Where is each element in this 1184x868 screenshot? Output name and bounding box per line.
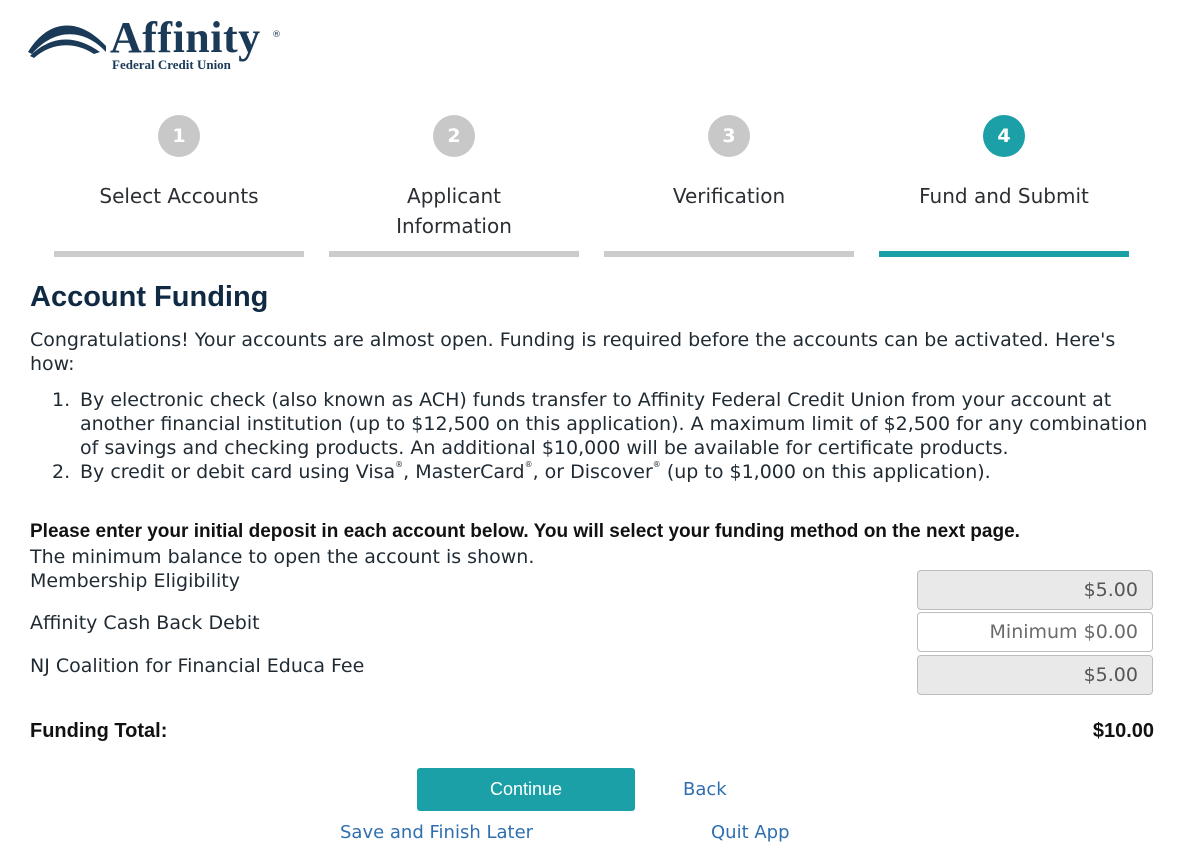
- step-label: Select Accounts: [99, 184, 259, 208]
- progress-stepper: 1 Select Accounts 2 Applicant Informatio…: [54, 115, 1129, 260]
- list-item-number: 1.: [52, 389, 71, 411]
- registered-mark: ®: [524, 460, 533, 469]
- logo-subtitle: Federal Credit Union: [112, 57, 231, 72]
- quit-app-link[interactable]: Quit App: [711, 822, 790, 843]
- list-item-text-part: , or Discover: [532, 461, 653, 483]
- step-fund-and-submit: 4 Fund and Submit: [879, 115, 1129, 257]
- list-item-number: 2.: [52, 461, 71, 483]
- deposit-prompt: Please enter your initial deposit in eac…: [30, 521, 1020, 542]
- list-item-text-part: (up to $1,000 on this application).: [660, 461, 991, 483]
- account-label-nj-coalition-fee: NJ Coalition for Financial Educa Fee: [30, 655, 365, 677]
- step-label: Verification: [672, 184, 786, 208]
- step-number-badge: 1: [158, 115, 200, 157]
- logo-registered-mark: ®: [272, 30, 281, 40]
- step-applicant-information: 2 Applicant Information: [329, 115, 579, 257]
- save-and-finish-later-link[interactable]: Save and Finish Later: [340, 822, 533, 843]
- continue-button[interactable]: Continue: [417, 768, 635, 811]
- list-item-text: By electronic check (also known as ACH) …: [80, 389, 1148, 459]
- account-label-cash-back-debit: Affinity Cash Back Debit: [30, 612, 260, 634]
- step-number-badge: 3: [708, 115, 750, 157]
- affinity-logo: Affinity ® Federal Credit Union: [28, 13, 288, 76]
- list-item-text-part: By credit or debit card using Visa: [80, 461, 396, 483]
- minimum-balance-note: The minimum balance to open the account …: [30, 546, 535, 568]
- funding-total-value: $10.00: [1092, 720, 1154, 742]
- step-label: Fund and Submit: [919, 184, 1089, 208]
- back-link[interactable]: Back: [683, 779, 727, 800]
- list-item-text-part: , MasterCard: [403, 461, 525, 483]
- step-number-badge: 4: [983, 115, 1025, 157]
- page-title: Account Funding: [30, 281, 269, 313]
- step-progress-bar: [604, 251, 854, 257]
- step-label: Applicant Information: [396, 184, 512, 238]
- nj-coalition-fee-amount: [917, 655, 1153, 695]
- step-progress-bar: [54, 251, 304, 257]
- membership-eligibility-amount: [917, 570, 1153, 610]
- funding-total-label: Funding Total:: [30, 720, 168, 742]
- registered-mark: ®: [395, 460, 404, 469]
- step-progress-bar: [879, 251, 1129, 257]
- account-label-membership-eligibility: Membership Eligibility: [30, 570, 240, 592]
- step-select-accounts: 1 Select Accounts: [54, 115, 304, 257]
- list-item: 2. By credit or debit card using Visa®, …: [30, 460, 1150, 484]
- logo-swoosh-icon: [28, 25, 106, 58]
- logo-wordmark: Affinity: [110, 13, 261, 62]
- step-progress-bar: [329, 251, 579, 257]
- step-verification: 3 Verification: [604, 115, 854, 257]
- funding-methods-list: 1. By electronic check (also known as AC…: [30, 388, 1150, 484]
- intro-text: Congratulations! Your accounts are almos…: [30, 329, 1116, 375]
- list-item: 1. By electronic check (also known as AC…: [30, 388, 1150, 460]
- registered-mark: ®: [652, 460, 661, 469]
- step-number-badge: 2: [433, 115, 475, 157]
- cash-back-debit-amount-input[interactable]: [917, 612, 1153, 652]
